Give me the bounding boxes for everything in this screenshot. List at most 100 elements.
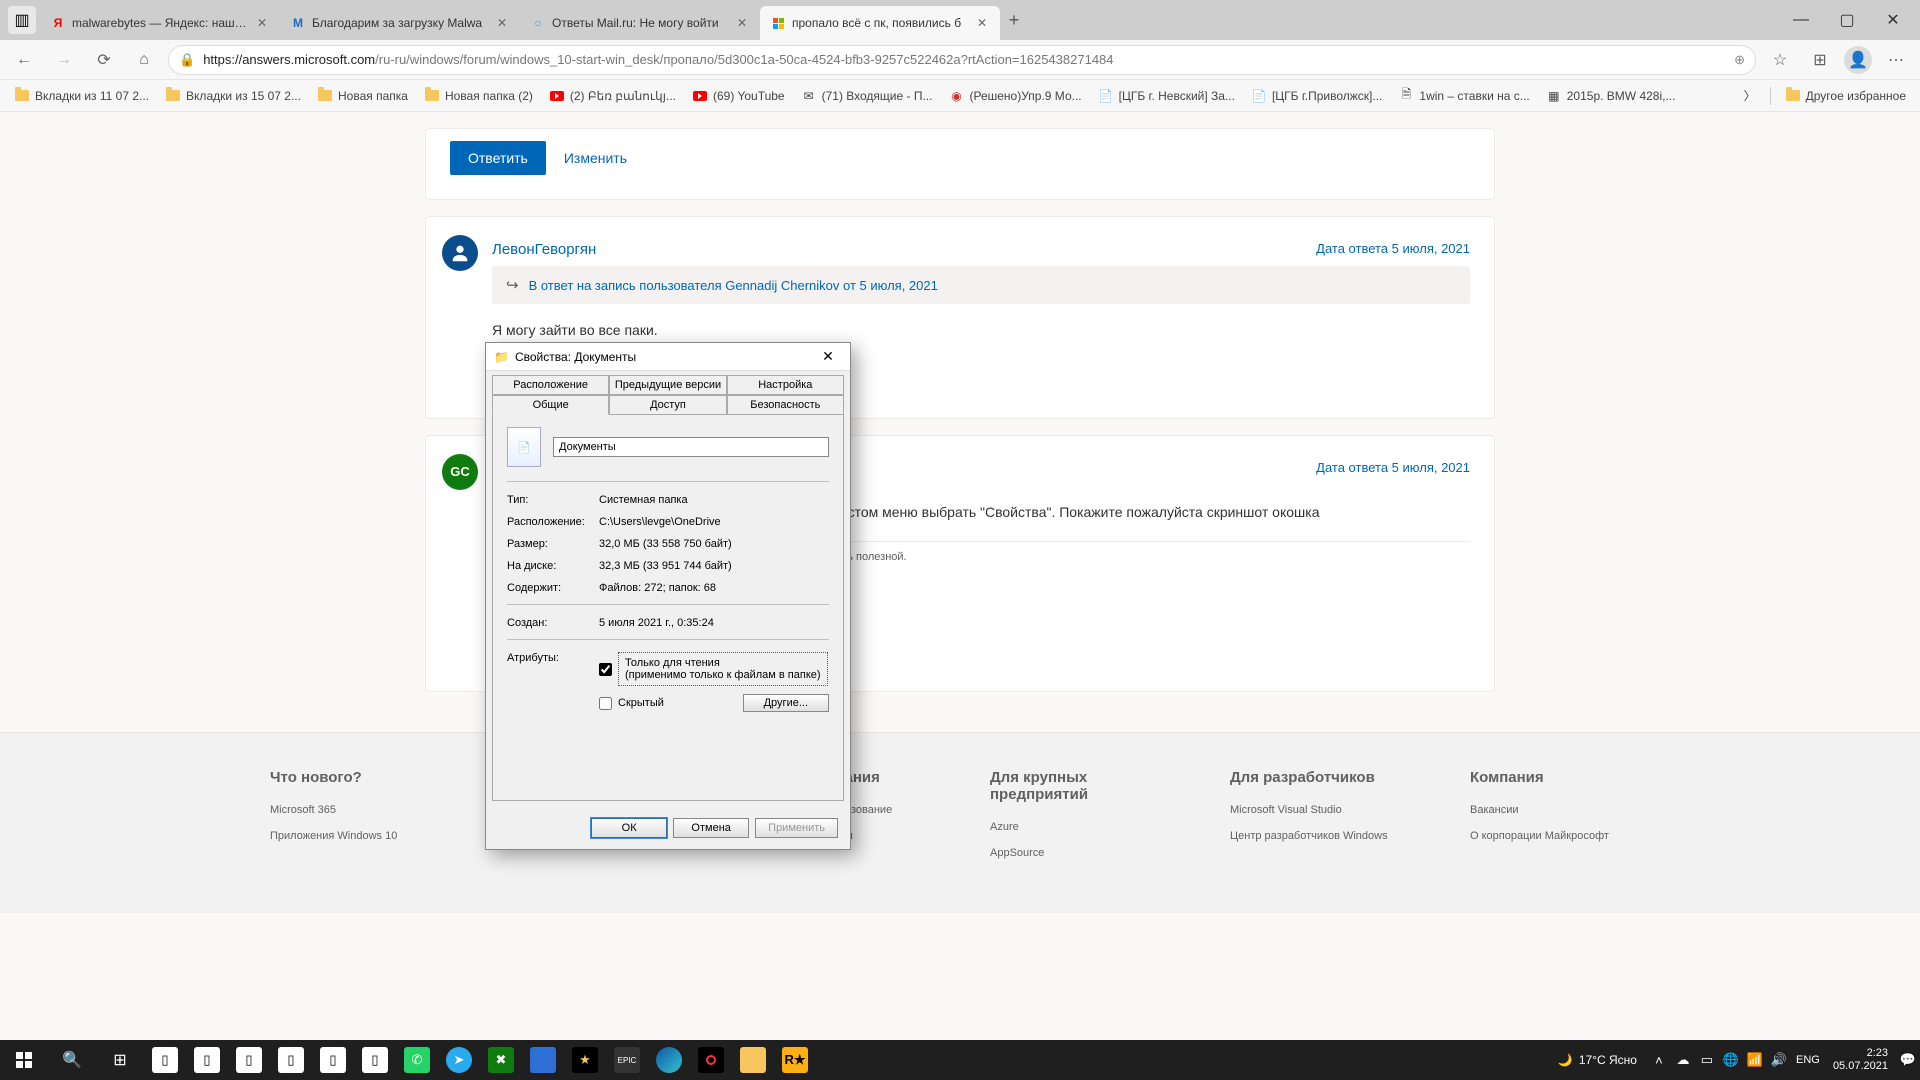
post-author[interactable]: ЛевонГеворгян [492,241,596,258]
bookmark[interactable]: 📄[ЦГБ г. Невский] За... [1092,83,1241,109]
tray-wifi-icon[interactable]: 📶 [1743,1040,1767,1080]
back-button[interactable]: ← [8,44,40,76]
reader-icon[interactable]: ⊕ [1734,52,1745,68]
taskbar-app[interactable]: ▯ [146,1041,184,1079]
taskbar-app-whatsapp[interactable]: ✆ [398,1041,436,1079]
ok-button[interactable]: ОК [591,818,667,838]
bookmark[interactable]: ✉(71) Входящие - П... [795,83,939,109]
tab-previous-versions[interactable]: Предыдущие версии [609,375,726,395]
taskbar-app-telegram[interactable]: ➤ [440,1041,478,1079]
bookmark[interactable]: Новая папка (2) [418,83,539,109]
notifications-icon[interactable]: 💬 [1896,1040,1920,1080]
taskbar-app[interactable]: ★ [566,1041,604,1079]
browser-tab[interactable]: Я malwarebytes — Яндекс: нашло ✕ [40,6,280,40]
bookmark[interactable]: 📄[ЦГБ г.Приволжск]... [1245,83,1388,109]
tab-customize[interactable]: Настройка [727,375,844,395]
footer-link[interactable]: Приложения Windows 10 [270,830,450,842]
readonly-checkbox[interactable] [599,663,612,676]
task-view-button[interactable]: ⊞ [96,1040,144,1080]
footer-link[interactable]: Вакансии [1470,804,1650,816]
edit-link[interactable]: Изменить [564,150,627,166]
footer-link[interactable]: О корпорации Майкрософт [1470,830,1650,842]
minimize-button[interactable]: — [1778,4,1824,36]
forward-button[interactable]: → [48,44,80,76]
lock-icon: 🔒 [179,52,195,68]
close-button[interactable]: ✕ [1870,4,1916,36]
menu-icon[interactable]: ⋯ [1880,44,1912,76]
taskbar-app[interactable] [524,1041,562,1079]
footer-link[interactable]: Microsoft Visual Studio [1230,804,1410,816]
taskbar-clock[interactable]: 2:2305.07.2021 [1825,1047,1896,1073]
close-icon[interactable]: ✕ [734,15,750,31]
close-icon[interactable]: ✕ [974,15,990,31]
tab-title: malwarebytes — Яндекс: нашло [72,16,248,30]
browser-tab[interactable]: M Благодарим за загрузку Malwa ✕ [280,6,520,40]
tab-general[interactable]: Общие [492,395,609,415]
tray-language[interactable]: ENG [1791,1040,1825,1080]
taskbar-app-edge[interactable] [650,1041,688,1079]
tray-network-icon[interactable]: 🌐 [1719,1040,1743,1080]
page-content: Ответить Изменить ЛевонГеворгян Дата отв… [0,112,1920,1080]
bookmarks-overflow-icon[interactable]: 〉 [1738,87,1762,104]
footer-link[interactable]: Azure [990,821,1170,833]
home-button[interactable]: ⌂ [128,44,160,76]
reply-button[interactable]: Ответить [450,141,546,175]
bookmark[interactable]: ◉(Решено)Упр.9 Мо... [942,83,1087,109]
footer-link[interactable]: AppSource [990,847,1170,859]
other-attributes-button[interactable]: Другие... [743,694,829,712]
tab-location[interactable]: Расположение [492,375,609,395]
tab-actions-icon[interactable]: ▥ [8,6,36,34]
tray-meet-icon[interactable]: ▭ [1695,1040,1719,1080]
browser-tab[interactable]: пропало всё с пк, появились б ✕ [760,6,1000,40]
search-button[interactable]: 🔍 [48,1040,96,1080]
cancel-button[interactable]: Отмена [673,818,749,838]
divider [1770,87,1771,105]
tab-security[interactable]: Безопасность [727,395,844,415]
tab-sharing[interactable]: Доступ [609,395,726,415]
taskbar-app[interactable]: ▯ [272,1041,310,1079]
close-icon[interactable]: ✕ [254,15,270,31]
bookmark[interactable]: Новая папка [311,83,414,109]
reply-reference[interactable]: ↪ В ответ на запись пользователя Gennadi… [492,266,1470,304]
start-button[interactable] [0,1040,48,1080]
taskbar-app-record[interactable] [692,1041,730,1079]
bookmark[interactable]: ▦2015р. BMW 428i,... [1540,83,1682,109]
profile-avatar[interactable]: 👤 [1844,46,1872,74]
taskbar-app[interactable]: ▯ [314,1041,352,1079]
page-icon: 🗎 [1398,88,1414,104]
tray-onedrive-icon[interactable]: ☁ [1671,1040,1695,1080]
taskbar-app-explorer[interactable] [734,1041,772,1079]
taskbar-app-epic[interactable]: EPIC [608,1041,646,1079]
bookmark[interactable]: (69) YouTube [686,83,791,109]
taskbar-app[interactable]: ▯ [188,1041,226,1079]
bookmark[interactable]: Вкладки из 15 07 2... [159,83,307,109]
label: Атрибуты: [507,652,599,664]
tray-volume-icon[interactable]: 🔊 [1767,1040,1791,1080]
bookmark[interactable]: (2) Բեռ բանուկյ... [543,83,682,109]
url-input[interactable]: 🔒 https://answers.microsoft.com/ru-ru/wi… [168,45,1756,75]
maximize-button[interactable]: ▢ [1824,4,1870,36]
footer-link[interactable]: Центр разработчиков Windows [1230,830,1410,842]
dialog-titlebar[interactable]: 📁 Свойства: Документы ✕ [486,343,850,371]
footer-link[interactable]: Microsoft 365 [270,804,450,816]
taskbar-app-rockstar[interactable]: R★ [776,1041,814,1079]
bookmark[interactable]: 🗎1win – ставки на с... [1392,83,1535,109]
close-icon[interactable]: ✕ [494,15,510,31]
new-tab-button[interactable]: + [1000,6,1028,34]
hidden-checkbox[interactable] [599,697,612,710]
favorites-icon[interactable]: ☆ [1764,44,1796,76]
collections-icon[interactable]: ⊞ [1804,44,1836,76]
weather-widget[interactable]: 🌙 17°C Ясно [1548,1053,1647,1067]
other-bookmarks[interactable]: Другое избранное [1779,83,1912,109]
bookmark[interactable]: Вкладки из 11 07 2... [8,83,155,109]
tray-chevron-icon[interactable]: ˄ [1647,1040,1671,1080]
taskbar-app-xbox[interactable]: ✖ [482,1041,520,1079]
divider [507,639,829,640]
apply-button[interactable]: Применить [755,818,838,838]
taskbar-app[interactable]: ▯ [356,1041,394,1079]
taskbar-app[interactable]: ▯ [230,1041,268,1079]
refresh-button[interactable]: ⟳ [88,44,120,76]
close-icon[interactable]: ✕ [814,347,842,367]
folder-name-input[interactable] [553,437,829,457]
browser-tab[interactable]: ○ Ответы Mail.ru: Не могу войти ✕ [520,6,760,40]
